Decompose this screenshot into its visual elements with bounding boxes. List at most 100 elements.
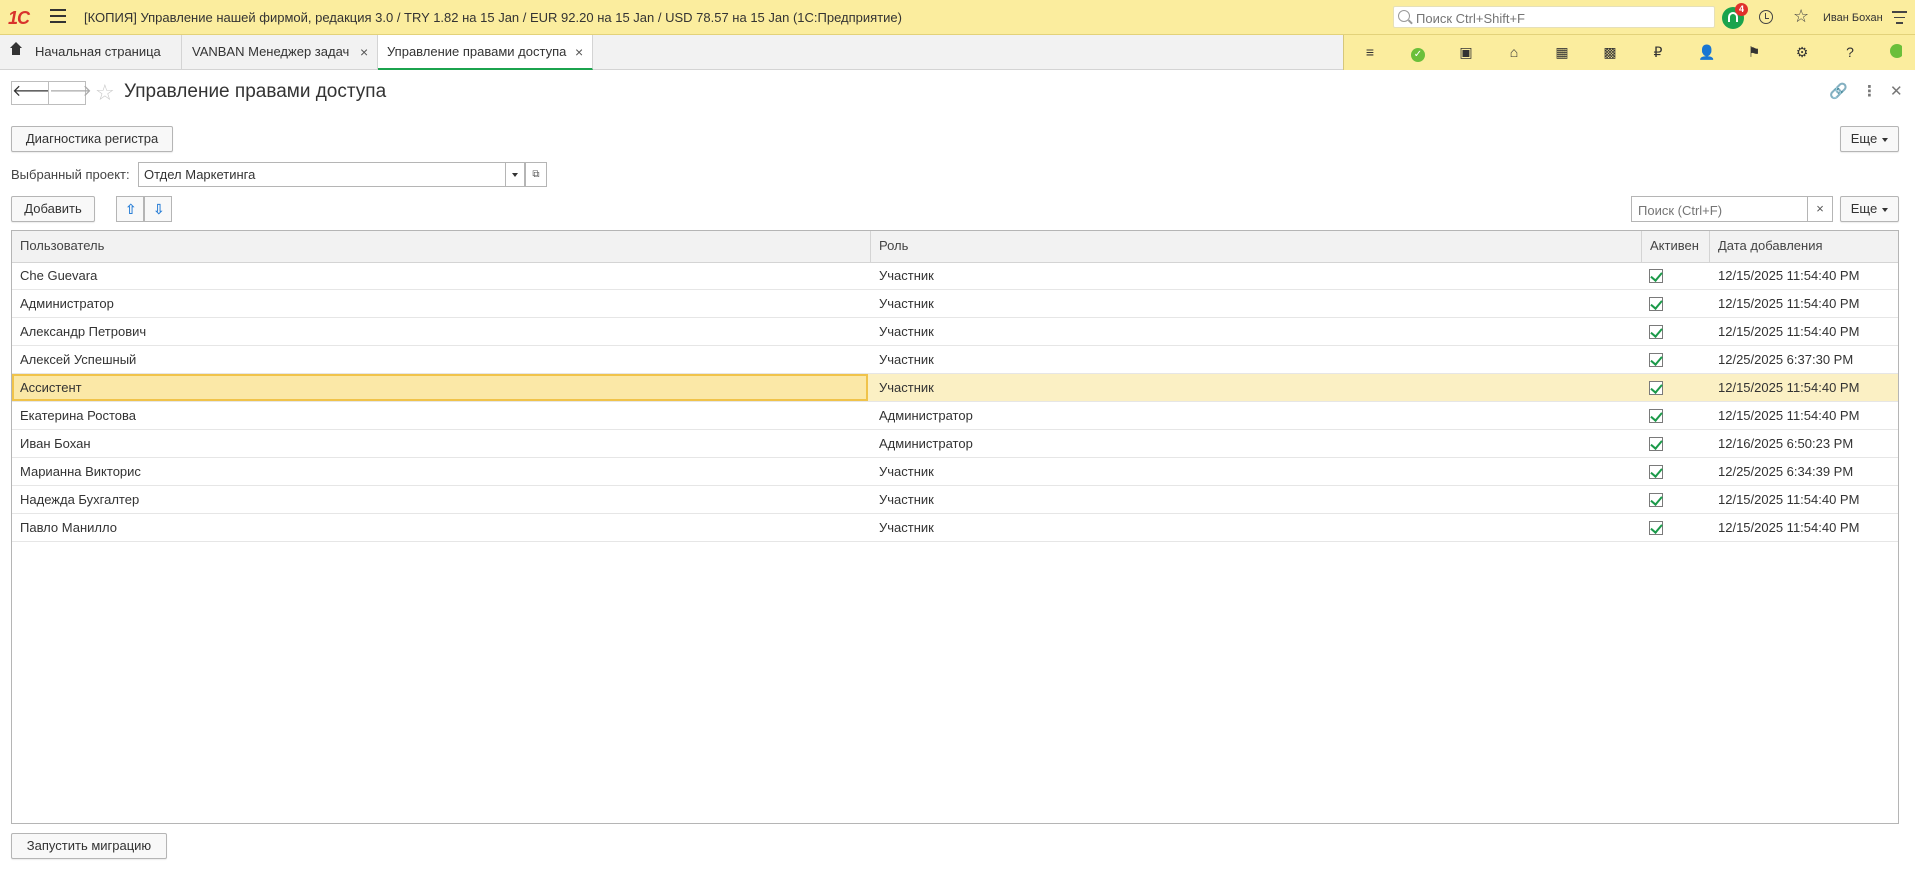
table-row[interactable]: Александр Петрович Участник 12/15/2025 11:…: [12, 318, 1898, 346]
more-button-2[interactable]: Еще: [1840, 196, 1899, 222]
registry-diagnostics-button[interactable]: Диагностика регистра: [11, 126, 173, 152]
cell-date[interactable]: 12/25/2025 6:34:39 PM: [1710, 458, 1853, 485]
current-user[interactable]: Иван Бохан: [1823, 12, 1883, 24]
active-checkbox[interactable]: [1649, 493, 1663, 507]
cell-date[interactable]: 12/15/2025 11:54:40 PM: [1710, 290, 1859, 317]
move-up-button[interactable]: ⇧: [116, 196, 144, 222]
cell-user[interactable]: Павло Манилло: [12, 514, 117, 541]
cell-date[interactable]: 12/15/2025 11:54:40 PM: [1710, 486, 1859, 513]
table-row[interactable]: Надежда Бухгалтер Участник 12/15/2025 11:5…: [12, 486, 1898, 514]
cell-user[interactable]: Надежда Бухгалтер: [12, 486, 139, 513]
cell-date[interactable]: 12/15/2025 11:54:40 PM: [1710, 262, 1859, 289]
grid-icon[interactable]: ▩: [1602, 44, 1618, 60]
active-checkbox[interactable]: [1649, 325, 1663, 339]
favorite-star-icon[interactable]: ☆: [95, 80, 115, 106]
forward-button[interactable]: 🡒: [48, 81, 92, 105]
table-row[interactable]: Che Guevara Участник 12/15/2025 11:54:40 P…: [12, 262, 1898, 290]
move-down-button[interactable]: ⇩: [144, 196, 172, 222]
ruble-icon[interactable]: ₽: [1650, 44, 1666, 60]
tab-home[interactable]: Начальная страница: [0, 35, 182, 70]
access-rights-table[interactable]: Пользователь Роль Активен Дата добавлени…: [11, 230, 1899, 824]
active-checkbox[interactable]: [1649, 465, 1663, 479]
close-icon[interactable]: ×: [360, 35, 368, 69]
column-header-date[interactable]: Дата добавления: [1710, 231, 1898, 262]
cell-role[interactable]: Участник: [871, 290, 934, 317]
cell-role[interactable]: Участник: [871, 374, 934, 401]
active-checkbox[interactable]: [1649, 353, 1663, 367]
search-input[interactable]: [1636, 200, 1810, 220]
cell-role[interactable]: Участник: [871, 486, 934, 513]
table-search[interactable]: [1631, 196, 1833, 222]
cell-user[interactable]: Ассистент: [12, 374, 82, 401]
global-search-input[interactable]: [1414, 8, 1708, 28]
cash-register-icon[interactable]: ▣: [1458, 44, 1474, 60]
cell-date[interactable]: 12/15/2025 11:54:40 PM: [1710, 402, 1859, 429]
app-logo[interactable]: 1С: [8, 8, 30, 29]
active-checkbox[interactable]: [1649, 521, 1663, 535]
column-header-active[interactable]: Активен: [1642, 231, 1710, 262]
cell-date[interactable]: 12/15/2025 11:54:40 PM: [1710, 514, 1859, 541]
cell-role[interactable]: Администратор: [871, 402, 973, 429]
add-button[interactable]: Добавить: [11, 196, 95, 222]
cell-role[interactable]: Участник: [871, 262, 934, 289]
notifications-bell-icon[interactable]: 4: [1722, 3, 1748, 29]
column-header-role[interactable]: Роль: [871, 231, 1642, 262]
tab-access-rights[interactable]: Управление правами доступа ×: [378, 35, 593, 70]
active-checkbox[interactable]: [1649, 437, 1663, 451]
history-icon[interactable]: [1759, 10, 1773, 24]
table-row[interactable]: Ассистент Участник 12/15/2025 11:54:40 PM: [12, 374, 1898, 402]
cell-user[interactable]: Иван Бохан: [12, 430, 91, 457]
cell-date[interactable]: 12/25/2025 6:37:30 PM: [1710, 346, 1853, 373]
main-menu-icon[interactable]: [50, 9, 66, 23]
table-row[interactable]: Павло Манилло Участник 12/15/2025 11:54:40…: [12, 514, 1898, 542]
cell-user[interactable]: Администратор: [12, 290, 114, 317]
project-dropdown-button[interactable]: [505, 162, 525, 187]
project-field[interactable]: Отдел Маркетинга: [138, 162, 507, 187]
cell-user[interactable]: Che Guevara: [12, 262, 97, 289]
gear-icon[interactable]: ⚙: [1794, 44, 1810, 60]
more-button[interactable]: Еще: [1840, 126, 1899, 152]
cell-role[interactable]: Администратор: [871, 430, 973, 457]
cell-date[interactable]: 12/15/2025 11:54:40 PM: [1710, 374, 1859, 401]
cell-user[interactable]: Александр Петрович: [12, 318, 146, 345]
cell-role[interactable]: Участник: [871, 458, 934, 485]
cell-role[interactable]: Участник: [871, 318, 934, 345]
tab-vanban[interactable]: VANBAN Менеджер задач ×: [182, 35, 378, 70]
more-actions-icon[interactable]: ⋮: [1862, 82, 1877, 100]
more-sections-icon[interactable]: [1890, 44, 1902, 60]
clear-search-icon[interactable]: ×: [1807, 196, 1833, 222]
active-checkbox[interactable]: [1649, 409, 1663, 423]
settings-menu-icon[interactable]: [1892, 11, 1907, 28]
link-icon[interactable]: 🔗: [1829, 82, 1848, 100]
bank-icon[interactable]: ⌂: [1506, 44, 1522, 60]
help-icon[interactable]: ?: [1842, 44, 1858, 60]
cell-user[interactable]: Марианна Викторис: [12, 458, 141, 485]
users-icon[interactable]: 👤: [1698, 44, 1715, 60]
warehouse-icon[interactable]: ▦: [1554, 44, 1570, 60]
table-row[interactable]: Администратор Участник 12/15/2025 11:54:40…: [12, 290, 1898, 318]
table-row[interactable]: Иван Бохан Администратор 12/16/2025 6:50:2…: [12, 430, 1898, 458]
cell-date[interactable]: 12/16/2025 6:50:23 PM: [1710, 430, 1853, 457]
table-row[interactable]: Алексей Успешный Участник 12/25/2025 6:37:…: [12, 346, 1898, 374]
back-button[interactable]: 🡐: [11, 81, 55, 105]
open-project-icon[interactable]: ⧉: [525, 162, 547, 187]
list-icon[interactable]: ≡: [1362, 44, 1378, 60]
cell-date[interactable]: 12/15/2025 11:54:40 PM: [1710, 318, 1859, 345]
active-checkbox[interactable]: [1649, 297, 1663, 311]
active-checkbox[interactable]: [1649, 381, 1663, 395]
column-header-user[interactable]: Пользователь: [12, 231, 871, 262]
global-search[interactable]: [1393, 6, 1715, 28]
cell-role[interactable]: Участник: [871, 514, 934, 541]
active-checkbox[interactable]: [1649, 269, 1663, 283]
close-icon[interactable]: ✕: [1890, 82, 1903, 100]
cell-role[interactable]: Участник: [871, 346, 934, 373]
table-row[interactable]: Марианна Викторис Участник 12/25/2025 6:34…: [12, 458, 1898, 486]
cell-user[interactable]: Екатерина Ростова: [12, 402, 136, 429]
flag-icon[interactable]: ⚑: [1746, 44, 1762, 60]
table-row[interactable]: Екатерина Ростова Администратор 12/15/2025…: [12, 402, 1898, 430]
run-migration-button[interactable]: Запустить миграцию: [11, 833, 167, 859]
favorites-star-icon[interactable]: ☆: [1793, 6, 1809, 27]
cell-user[interactable]: Алексей Успешный: [12, 346, 136, 373]
check-circle-icon[interactable]: ✓: [1410, 44, 1426, 62]
close-icon[interactable]: ×: [575, 35, 583, 69]
